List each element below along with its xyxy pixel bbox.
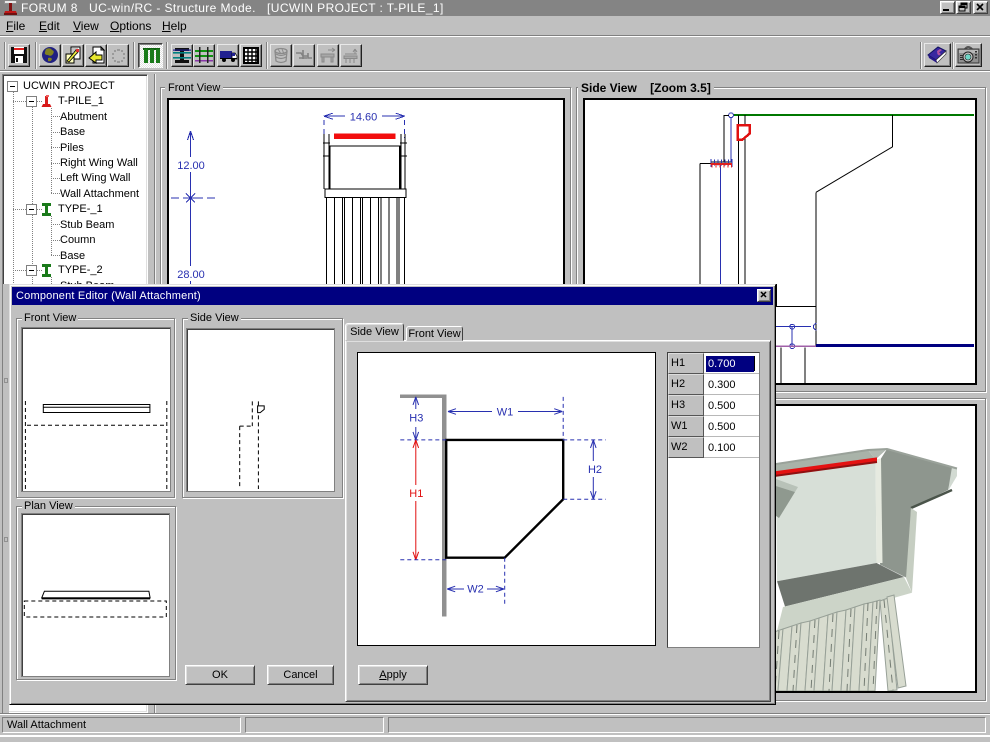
svg-text:28.00: 28.00 — [177, 269, 205, 281]
svg-text:H3: H3 — [409, 413, 423, 425]
svg-text:14.60: 14.60 — [350, 112, 378, 124]
svg-text:12.00: 12.00 — [177, 160, 205, 172]
svg-text:H1: H1 — [409, 488, 423, 500]
svg-text:H2: H2 — [588, 464, 602, 476]
svg-text:W1: W1 — [497, 407, 514, 419]
svg-text:W2: W2 — [467, 584, 484, 596]
